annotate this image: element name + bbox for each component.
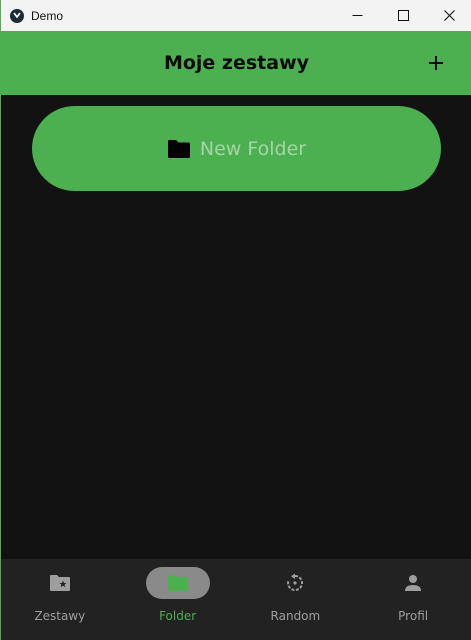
folder-list: New Folder bbox=[1, 95, 471, 559]
window-controls bbox=[334, 0, 471, 31]
nav-item-random[interactable]: Random bbox=[237, 559, 355, 640]
nav-indicator bbox=[381, 567, 445, 599]
window-title: Demo bbox=[31, 8, 64, 23]
app-logo-icon bbox=[10, 8, 24, 23]
nav-indicator bbox=[263, 567, 327, 599]
nav-label: Folder bbox=[159, 609, 197, 623]
nav-label: Zestawy bbox=[34, 609, 86, 623]
folder-icon bbox=[167, 137, 191, 161]
maximize-button[interactable] bbox=[380, 0, 426, 31]
maximize-icon bbox=[397, 10, 409, 21]
add-button[interactable] bbox=[424, 51, 448, 75]
folder-star-icon bbox=[49, 575, 70, 591]
add-icon bbox=[429, 56, 443, 70]
minimize-icon bbox=[352, 15, 362, 16]
close-icon bbox=[443, 10, 455, 21]
minimize-button[interactable] bbox=[334, 0, 380, 31]
folder-item[interactable]: New Folder bbox=[32, 106, 441, 191]
nav-item-profil[interactable]: Profil bbox=[354, 559, 471, 640]
title-bar: Demo bbox=[1, 0, 471, 31]
folder-label: New Folder bbox=[199, 137, 307, 160]
page-title: Moje zestawy bbox=[163, 52, 310, 74]
nav-indicator bbox=[28, 567, 92, 599]
nav-item-zestawy[interactable]: Zestawy bbox=[1, 559, 119, 640]
nav-item-folder[interactable]: Folder bbox=[119, 559, 237, 640]
refresh-icon bbox=[287, 573, 304, 591]
app-window: Demo Moje zestawy New Folder Zestawy Fol… bbox=[0, 0, 471, 640]
person-icon bbox=[405, 575, 422, 591]
nav-indicator-active bbox=[145, 567, 210, 599]
nav-label: Profil bbox=[398, 609, 429, 623]
bottom-navigation: Zestawy Folder Random Profil bbox=[1, 559, 471, 640]
close-button[interactable] bbox=[426, 0, 471, 31]
folder-icon bbox=[167, 575, 188, 591]
app-bar: Moje zestawy bbox=[1, 31, 471, 95]
nav-label: Random bbox=[270, 609, 321, 623]
